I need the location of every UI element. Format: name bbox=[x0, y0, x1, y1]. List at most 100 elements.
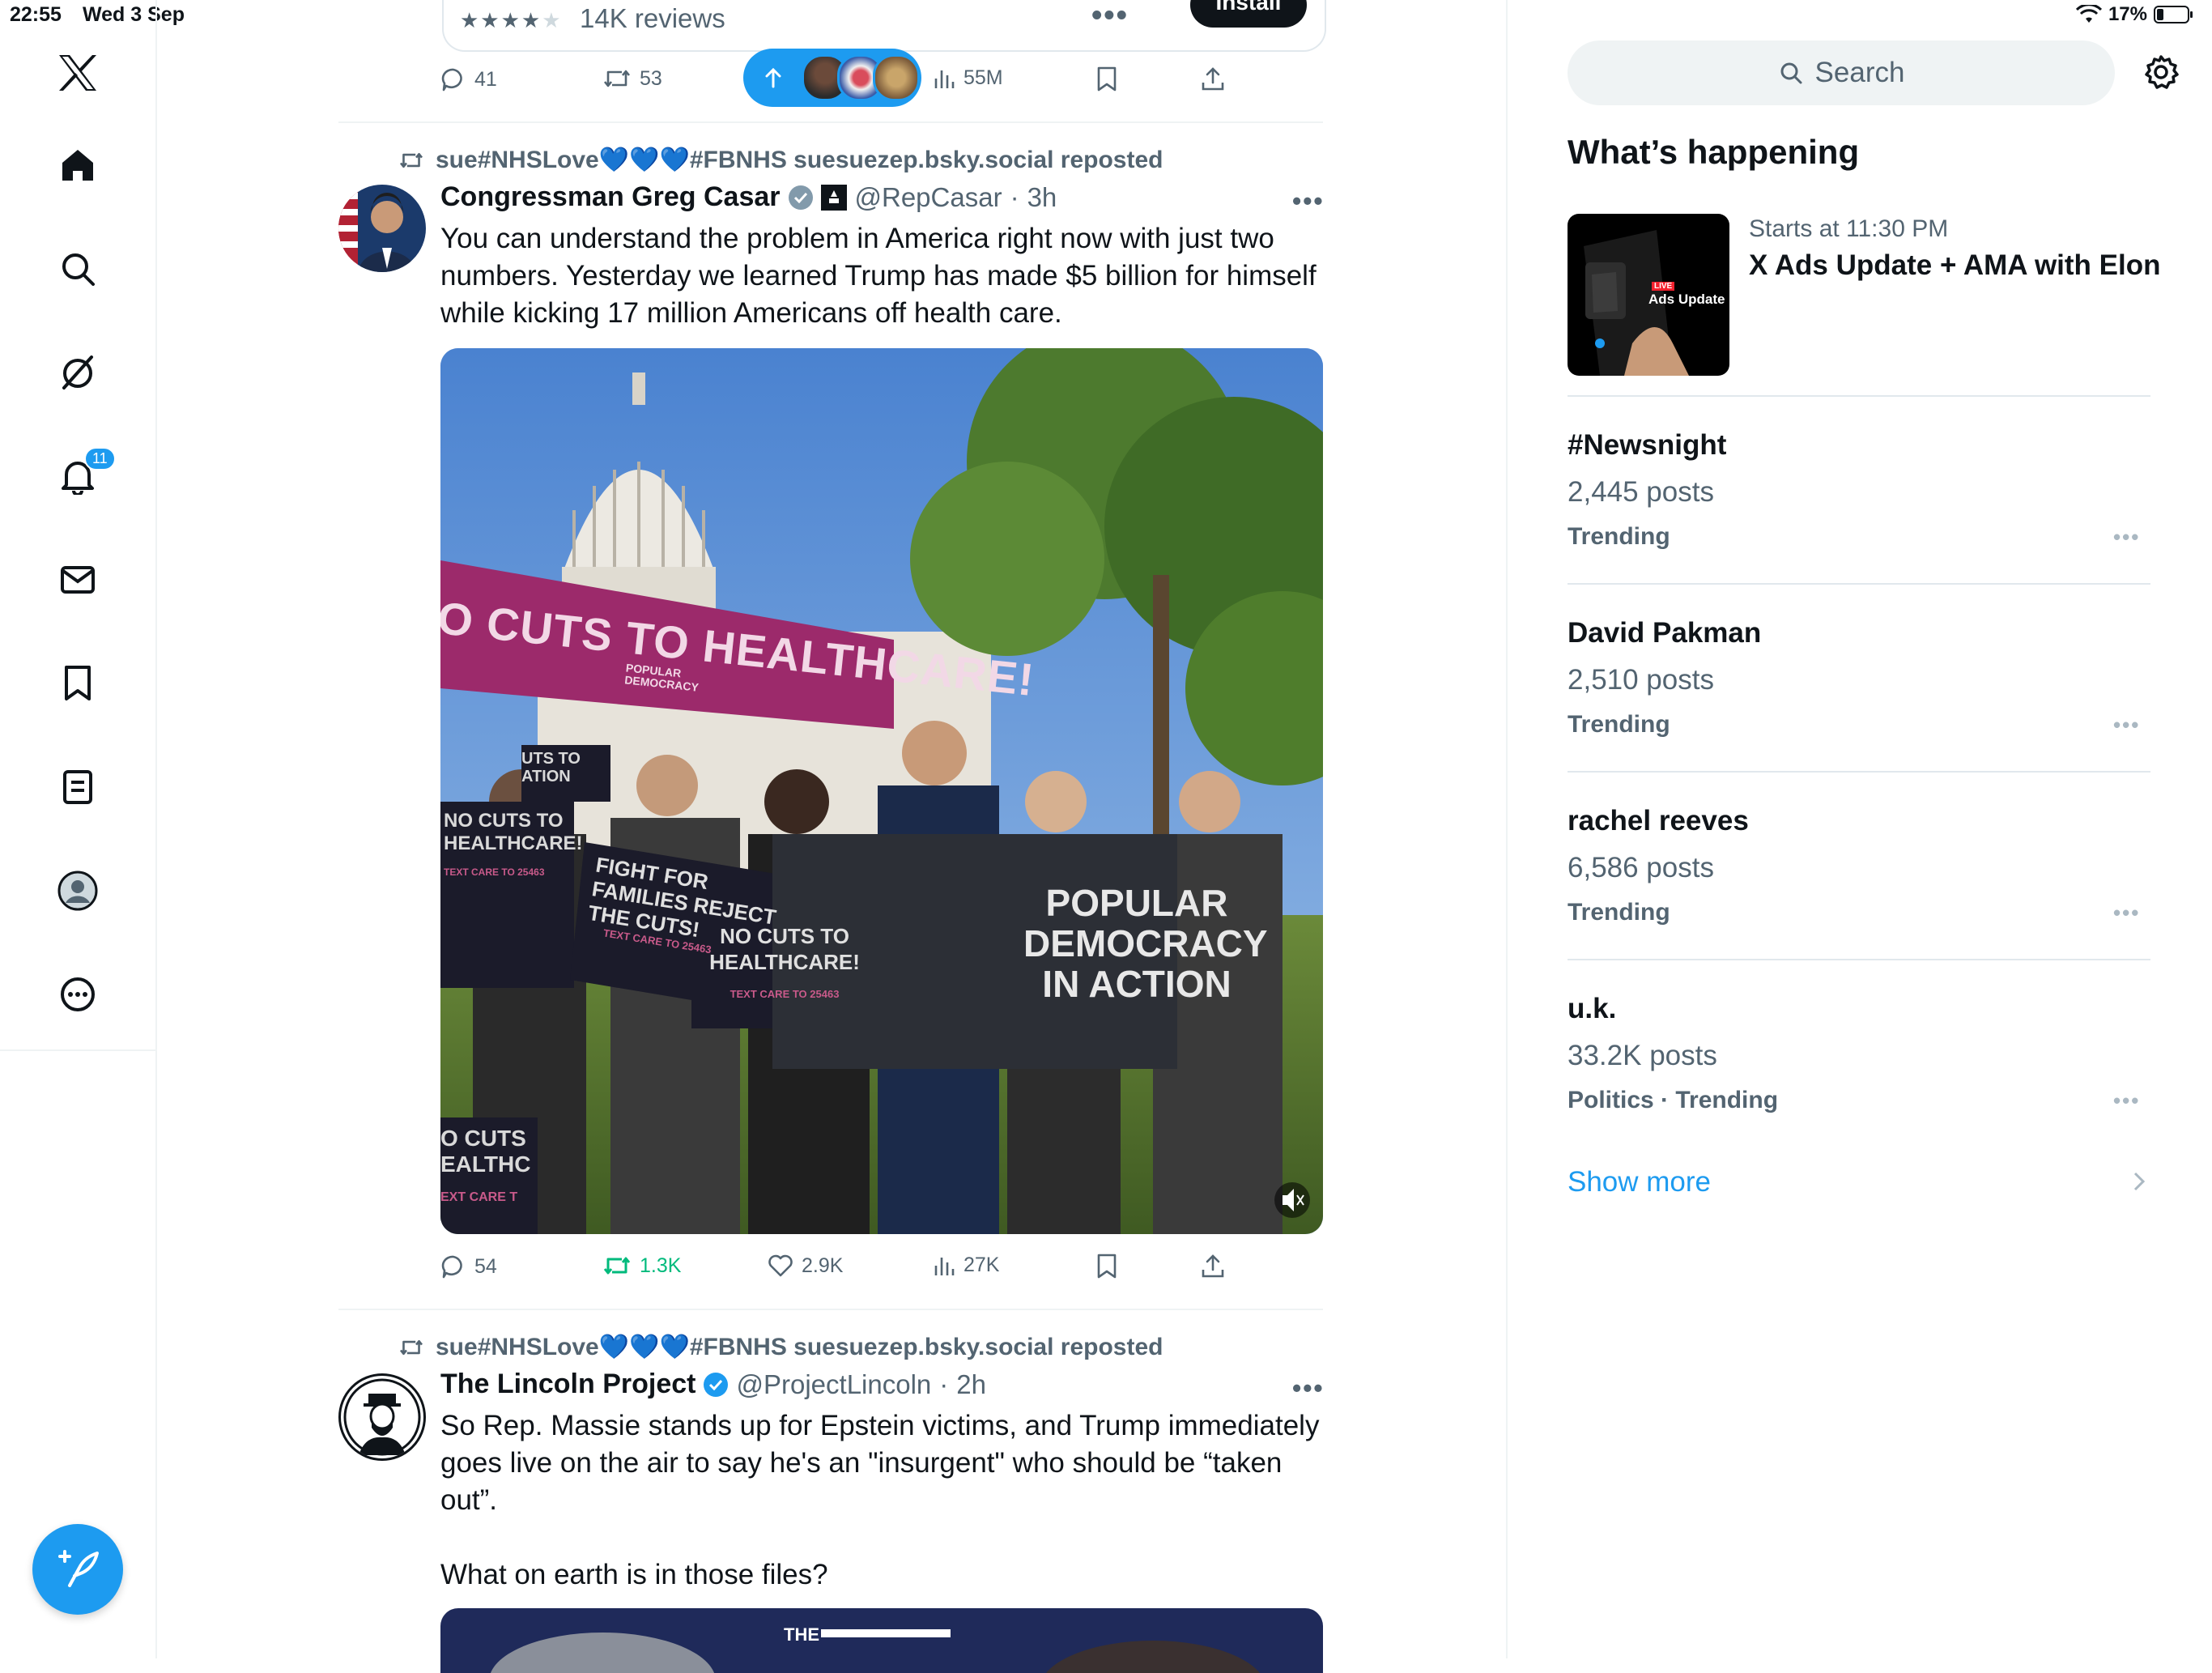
post-media-image[interactable]: THE bbox=[440, 1608, 1323, 1673]
dot-separator: · bbox=[1010, 181, 1019, 212]
feather-icon bbox=[58, 1550, 99, 1587]
event-thumbnail[interactable]: LIVE Ads Update bbox=[1568, 214, 1729, 376]
post-time[interactable]: 2h bbox=[956, 1369, 986, 1400]
author-avatar[interactable] bbox=[338, 1373, 426, 1461]
x-logo-icon[interactable] bbox=[53, 49, 102, 97]
trend-name[interactable]: #Newsnight bbox=[1568, 429, 1726, 462]
sign-bottom-left: O CUTS EALTHC bbox=[440, 1126, 531, 1177]
views-button[interactable]: 27K bbox=[933, 1254, 999, 1277]
status-indicators: 17% bbox=[2075, 3, 2194, 26]
nav-divider bbox=[0, 1049, 155, 1051]
bookmark-icon bbox=[1097, 66, 1117, 92]
search-icon[interactable] bbox=[53, 245, 102, 293]
like-button[interactable]: 2.9K bbox=[768, 1254, 843, 1278]
trend-post-count: 2,510 posts bbox=[1568, 664, 1714, 696]
trend-more-icon[interactable]: ••• bbox=[2113, 900, 2140, 926]
reply-button[interactable]: 54 bbox=[440, 1254, 497, 1279]
post-divider bbox=[338, 1309, 1323, 1310]
avatar bbox=[873, 54, 920, 101]
trend-category: Trending bbox=[1568, 523, 1670, 550]
share-icon bbox=[1202, 67, 1224, 91]
trend-more-icon[interactable]: ••• bbox=[2113, 1088, 2140, 1113]
share-icon bbox=[1202, 1254, 1224, 1278]
repost-context[interactable]: sue#NHSLove💙💙💙#FBNHS suesuezep.bsky.soci… bbox=[398, 1333, 1163, 1361]
search-input[interactable]: Search bbox=[1568, 40, 2115, 105]
post-media-video[interactable]: O CUTS TO HEALTHCARE! POPULAR DEMOCRACY … bbox=[440, 348, 1323, 1234]
trend-post-count: 6,586 posts bbox=[1568, 852, 1714, 883]
verified-blue-icon bbox=[704, 1372, 729, 1397]
battery-icon bbox=[2154, 5, 2194, 24]
sign-bottom-left-sub: EXT CARE T bbox=[440, 1190, 518, 1204]
repost-count: 1.3K bbox=[640, 1254, 682, 1277]
settings-gear-icon[interactable] bbox=[2142, 53, 2180, 91]
compose-post-button[interactable] bbox=[32, 1524, 123, 1615]
government-badge-icon bbox=[820, 184, 847, 211]
trend-more-icon[interactable]: ••• bbox=[2113, 713, 2140, 738]
sign-small-left: UTS TO ATION bbox=[521, 750, 581, 785]
post-more-icon[interactable]: ••• bbox=[1292, 186, 1325, 216]
trend-divider bbox=[1568, 959, 2150, 960]
views-button[interactable]: 55M bbox=[933, 66, 1003, 90]
author-avatar[interactable] bbox=[338, 185, 426, 272]
thumbnail-text: Ads Update bbox=[1648, 292, 1725, 307]
mute-icon[interactable] bbox=[1274, 1182, 1310, 1218]
repost-button[interactable]: 1.3K bbox=[602, 1254, 681, 1278]
rating-stars: ★★★★★ bbox=[460, 8, 563, 32]
bookmark-button[interactable] bbox=[1096, 1254, 1117, 1279]
repost-context[interactable]: sue#NHSLove💙💙💙#FBNHS suesuezep.bsky.soci… bbox=[398, 146, 1163, 174]
more-options-icon[interactable] bbox=[53, 970, 102, 1019]
like-count: 2.9K bbox=[802, 1254, 844, 1277]
heart-icon bbox=[768, 1254, 793, 1277]
author-handle[interactable]: @RepCasar bbox=[855, 182, 1002, 213]
show-more-link[interactable]: Show more bbox=[1568, 1166, 1711, 1198]
repost-icon bbox=[603, 1257, 631, 1275]
notifications-icon[interactable]: 11 bbox=[53, 447, 116, 500]
repost-button[interactable]: 53 bbox=[602, 66, 662, 91]
reply-icon bbox=[441, 68, 462, 92]
trend-name[interactable]: u.k. bbox=[1568, 993, 1616, 1025]
install-button[interactable]: Install bbox=[1190, 0, 1307, 28]
center-column-border bbox=[1506, 0, 1508, 1658]
reply-icon bbox=[441, 1255, 462, 1279]
promoted-app-card[interactable]: ★★★★★ 14K reviews ••• Install bbox=[442, 0, 1326, 52]
trend-post-count: 2,445 posts bbox=[1568, 476, 1714, 508]
trend-name[interactable]: David Pakman bbox=[1568, 617, 1761, 649]
bookmark-button[interactable] bbox=[1096, 66, 1117, 92]
repost-icon bbox=[399, 152, 423, 168]
sign-center: NO CUTS TO HEALTHCARE! bbox=[709, 924, 860, 974]
dot-separator: · bbox=[939, 1369, 949, 1399]
bookmarks-icon[interactable] bbox=[53, 659, 102, 708]
reply-count: 54 bbox=[474, 1254, 497, 1278]
share-button[interactable] bbox=[1200, 1254, 1226, 1279]
battery-percent: 17% bbox=[2108, 3, 2147, 25]
author-handle[interactable]: @ProjectLincoln bbox=[736, 1369, 931, 1400]
post-time[interactable]: 3h bbox=[1027, 182, 1057, 213]
trend-name[interactable]: rachel reeves bbox=[1568, 805, 1749, 837]
blue-heart-icon: 💙💙💙 bbox=[598, 147, 690, 173]
post-more-icon[interactable]: ••• bbox=[1292, 1373, 1325, 1403]
home-icon[interactable] bbox=[53, 141, 102, 189]
search-placeholder: Search bbox=[1814, 57, 1905, 88]
trend-category: Trending bbox=[1568, 899, 1670, 926]
messages-icon[interactable] bbox=[53, 556, 102, 604]
grok-icon[interactable] bbox=[53, 348, 102, 397]
blue-heart-icon: 💙💙💙 bbox=[598, 1334, 690, 1360]
sign-left: NO CUTS TO HEALTHCARE! bbox=[444, 810, 583, 854]
arrow-up-icon bbox=[765, 67, 781, 88]
author-name[interactable]: Congressman Greg Casar bbox=[440, 181, 781, 213]
sign-right: POPULAR DEMOCRACY IN ACTION bbox=[1023, 882, 1268, 1005]
event-title[interactable]: X Ads Update + AMA with Elon bbox=[1749, 249, 2161, 282]
new-posts-pill[interactable] bbox=[743, 49, 921, 107]
review-count: 14K reviews bbox=[580, 3, 725, 33]
profile-avatar-icon[interactable] bbox=[53, 866, 102, 915]
lists-icon[interactable] bbox=[53, 763, 102, 811]
reposter-suffix: #FBNHS suesuezep.bsky.social reposted bbox=[689, 147, 1163, 173]
author-name[interactable]: The Lincoln Project bbox=[440, 1369, 696, 1400]
more-icon[interactable]: ••• bbox=[1091, 0, 1129, 33]
share-button[interactable] bbox=[1200, 66, 1226, 92]
bookmark-icon bbox=[1097, 1254, 1117, 1279]
trend-more-icon[interactable]: ••• bbox=[2113, 525, 2140, 550]
reply-button[interactable]: 41 bbox=[440, 66, 497, 92]
sign-left-sub: TEXT CARE TO 25463 bbox=[444, 866, 545, 878]
post-text-second-paragraph: What on earth is in those files? bbox=[440, 1559, 828, 1590]
